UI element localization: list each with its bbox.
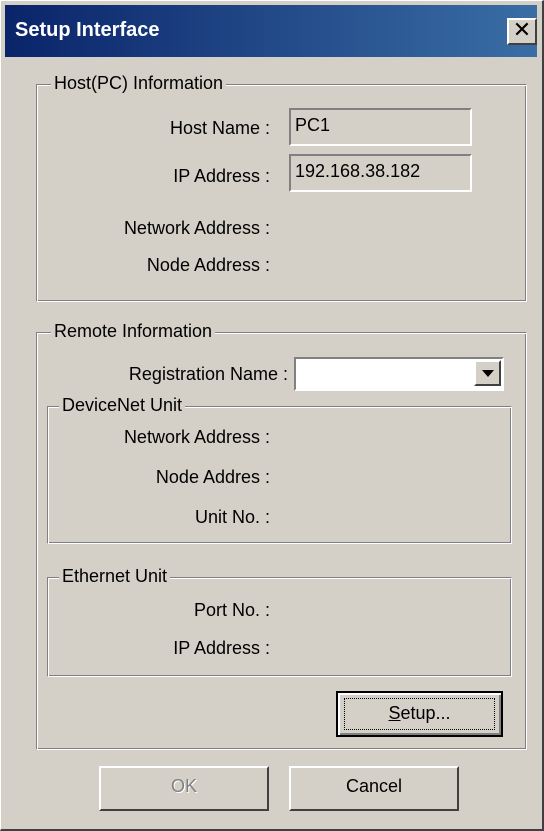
ip-address-field[interactable]: 192.168.38.182 — [289, 154, 472, 192]
host-node-address-label: Node Address : — [146, 255, 270, 275]
host-network-address-label: Network Address : — [123, 218, 270, 238]
ethernet-port-no-label: Port No. : — [193, 600, 270, 620]
host-name-label: Host Name : — [169, 118, 270, 138]
devicenet-unit-no-label: Unit No. : — [194, 507, 270, 527]
host-name-field[interactable]: PC1 — [289, 108, 472, 146]
setup-button[interactable]: Setup... — [336, 691, 503, 737]
devicenet-unit-legend: DeviceNet Unit — [59, 395, 186, 415]
ip-address-label: IP Address : — [173, 166, 270, 186]
close-button[interactable]: ✕ — [507, 18, 537, 45]
ethernet-unit-group — [47, 577, 512, 677]
window-title: Setup Interface — [15, 19, 160, 41]
setup-interface-dialog: Setup Interface ✕ Host(PC) Information H… — [0, 0, 544, 831]
remote-information-legend: Remote Information — [51, 321, 216, 341]
close-icon: ✕ — [512, 18, 532, 43]
ethernet-ip-address-label: IP Address : — [173, 638, 270, 658]
ok-button[interactable]: OK — [99, 766, 269, 811]
ok-button-label: OK — [170, 776, 197, 796]
focus-indicator — [344, 698, 495, 730]
registration-name-dropdown[interactable] — [294, 357, 504, 391]
chevron-down-icon[interactable] — [474, 360, 501, 386]
devicenet-network-address-label: Network Address : — [123, 427, 270, 447]
host-information-legend: Host(PC) Information — [51, 73, 227, 93]
devicenet-unit-group — [47, 406, 512, 544]
cancel-button-label: Cancel — [345, 776, 403, 796]
devicenet-node-address-label: Node Addres : — [155, 467, 270, 487]
title-bar[interactable]: Setup Interface ✕ — [5, 5, 537, 57]
cancel-button[interactable]: Cancel — [289, 766, 459, 811]
ethernet-unit-legend: Ethernet Unit — [59, 566, 171, 586]
registration-name-label: Registration Name : — [128, 364, 288, 384]
